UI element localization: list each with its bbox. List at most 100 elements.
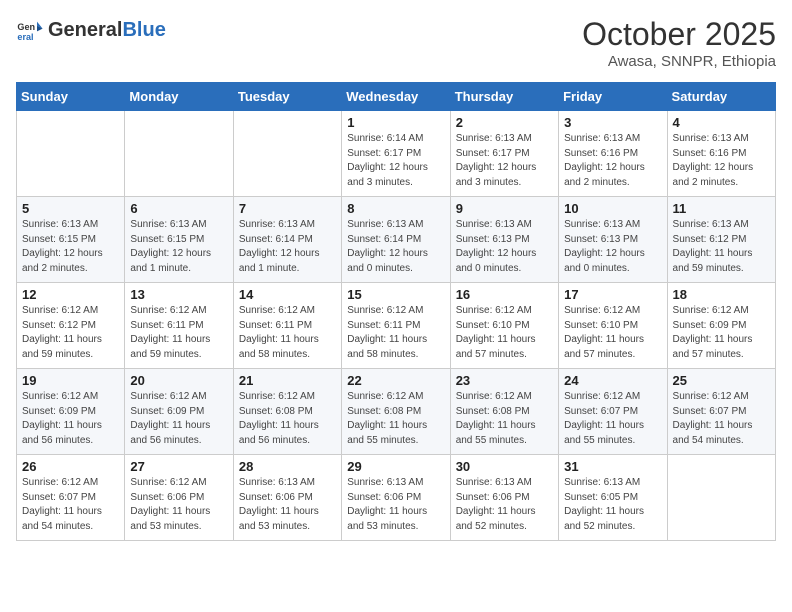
calendar-cell: 26 Sunrise: 6:12 AM Sunset: 6:07 PM Dayli… [17, 455, 125, 541]
calendar-cell: 19Sunrise: 6:12 AM Sunset: 6:09 PM Dayli… [17, 369, 125, 455]
calendar-cell: 2 Sunrise: 6:13 AM Sunset: 6:17 PM Daylig… [450, 111, 558, 197]
calendar-cell: 7 Sunrise: 6:13 AM Sunset: 6:14 PM Daylig… [233, 197, 341, 283]
calendar-cell: 30Sunrise: 6:13 AM Sunset: 6:06 PM Dayli… [450, 455, 558, 541]
day-number: 8 [347, 201, 444, 216]
calendar-cell: 5 Sunrise: 6:13 AM Sunset: 6:15 PM Daylig… [17, 197, 125, 283]
day-info: Sunrise: 6:12 AM Sunset: 6:07 PM Dayligh… [22, 476, 119, 534]
day-number: 10 [564, 201, 661, 216]
calendar-week-4: 19Sunrise: 6:12 AM Sunset: 6:09 PM Dayli… [17, 369, 776, 455]
day-info: Sunrise: 6:12 AM Sunset: 6:09 PM Dayligh… [673, 304, 770, 362]
day-info: Sunrise: 6:12 AM Sunset: 6:09 PM Dayligh… [130, 390, 227, 448]
calendar-cell: 29 Sunrise: 6:13 AM Sunset: 6:06 PM Dayli… [342, 455, 450, 541]
calendar-cell: 20 Sunrise: 6:12 AM Sunset: 6:09 PM Dayli… [125, 369, 233, 455]
calendar-cell: 9Sunrise: 6:13 AM Sunset: 6:13 PM Daylig… [450, 197, 558, 283]
day-info: Sunrise: 6:12 AM Sunset: 6:10 PM Dayligh… [564, 304, 661, 362]
logo-blue-text: Blue [122, 19, 165, 42]
calendar-body: 1Sunrise: 6:14 AM Sunset: 6:17 PM Daylig… [17, 111, 776, 541]
day-number: 5 [22, 201, 119, 216]
weekday-header-saturday: Saturday [667, 83, 775, 111]
calendar-cell: 15 Sunrise: 6:12 AM Sunset: 6:11 PM Dayli… [342, 283, 450, 369]
calendar-cell: 22 Sunrise: 6:12 AM Sunset: 6:08 PM Dayli… [342, 369, 450, 455]
day-info: Sunrise: 6:12 AM Sunset: 6:06 PM Dayligh… [130, 476, 227, 534]
calendar-cell: 25Sunrise: 6:12 AM Sunset: 6:07 PM Dayli… [667, 369, 775, 455]
calendar-week-5: 26 Sunrise: 6:12 AM Sunset: 6:07 PM Dayli… [17, 455, 776, 541]
day-number: 7 [239, 201, 336, 216]
day-number: 20 [130, 373, 227, 388]
day-number: 28 [239, 459, 336, 474]
location-subtitle: Awasa, SNNPR, Ethiopia [582, 53, 776, 70]
day-number: 6 [130, 201, 227, 216]
day-info: Sunrise: 6:13 AM Sunset: 6:15 PM Dayligh… [22, 218, 119, 276]
day-number: 17 [564, 287, 661, 302]
day-number: 16 [456, 287, 553, 302]
day-number: 2 [456, 115, 553, 130]
calendar-table: SundayMondayTuesdayWednesdayThursdayFrid… [16, 82, 776, 541]
day-info: Sunrise: 6:12 AM Sunset: 6:08 PM Dayligh… [347, 390, 444, 448]
weekday-header-friday: Friday [559, 83, 667, 111]
day-info: Sunrise: 6:13 AM Sunset: 6:13 PM Dayligh… [564, 218, 661, 276]
calendar-cell [17, 111, 125, 197]
day-number: 29 [347, 459, 444, 474]
day-number: 24 [564, 373, 661, 388]
weekday-header-monday: Monday [125, 83, 233, 111]
calendar-cell [125, 111, 233, 197]
calendar-cell [233, 111, 341, 197]
calendar-cell: 6Sunrise: 6:13 AM Sunset: 6:15 PM Daylig… [125, 197, 233, 283]
day-number: 25 [673, 373, 770, 388]
day-number: 3 [564, 115, 661, 130]
weekday-header-tuesday: Tuesday [233, 83, 341, 111]
day-info: Sunrise: 6:13 AM Sunset: 6:12 PM Dayligh… [673, 218, 770, 276]
day-info: Sunrise: 6:14 AM Sunset: 6:17 PM Dayligh… [347, 132, 444, 190]
day-info: Sunrise: 6:13 AM Sunset: 6:14 PM Dayligh… [347, 218, 444, 276]
calendar-week-3: 12Sunrise: 6:12 AM Sunset: 6:12 PM Dayli… [17, 283, 776, 369]
day-number: 4 [673, 115, 770, 130]
calendar-cell: 3Sunrise: 6:13 AM Sunset: 6:16 PM Daylig… [559, 111, 667, 197]
day-info: Sunrise: 6:12 AM Sunset: 6:11 PM Dayligh… [239, 304, 336, 362]
calendar-cell: 8 Sunrise: 6:13 AM Sunset: 6:14 PM Daylig… [342, 197, 450, 283]
calendar-header-row: SundayMondayTuesdayWednesdayThursdayFrid… [17, 83, 776, 111]
day-info: Sunrise: 6:13 AM Sunset: 6:17 PM Dayligh… [456, 132, 553, 190]
calendar-cell: 4 Sunrise: 6:13 AM Sunset: 6:16 PM Daylig… [667, 111, 775, 197]
month-title: October 2025 [582, 16, 776, 53]
weekday-header-thursday: Thursday [450, 83, 558, 111]
day-info: Sunrise: 6:12 AM Sunset: 6:07 PM Dayligh… [564, 390, 661, 448]
page-header: Gen eral GeneralBlue October 2025 Awasa,… [16, 16, 776, 70]
day-number: 30 [456, 459, 553, 474]
calendar-cell: 11Sunrise: 6:13 AM Sunset: 6:12 PM Dayli… [667, 197, 775, 283]
logo-general-text: General [48, 19, 122, 42]
day-number: 31 [564, 459, 661, 474]
day-info: Sunrise: 6:12 AM Sunset: 6:11 PM Dayligh… [130, 304, 227, 362]
calendar-cell: 31 Sunrise: 6:13 AM Sunset: 6:05 PM Dayli… [559, 455, 667, 541]
day-info: Sunrise: 6:12 AM Sunset: 6:09 PM Dayligh… [22, 390, 119, 448]
day-info: Sunrise: 6:12 AM Sunset: 6:12 PM Dayligh… [22, 304, 119, 362]
day-info: Sunrise: 6:13 AM Sunset: 6:06 PM Dayligh… [347, 476, 444, 534]
calendar-cell: 28Sunrise: 6:13 AM Sunset: 6:06 PM Dayli… [233, 455, 341, 541]
calendar-cell: 13 Sunrise: 6:12 AM Sunset: 6:11 PM Dayli… [125, 283, 233, 369]
day-info: Sunrise: 6:13 AM Sunset: 6:13 PM Dayligh… [456, 218, 553, 276]
day-info: Sunrise: 6:13 AM Sunset: 6:05 PM Dayligh… [564, 476, 661, 534]
calendar-cell [667, 455, 775, 541]
calendar-cell: 24 Sunrise: 6:12 AM Sunset: 6:07 PM Dayli… [559, 369, 667, 455]
calendar-week-2: 5 Sunrise: 6:13 AM Sunset: 6:15 PM Daylig… [17, 197, 776, 283]
day-number: 23 [456, 373, 553, 388]
day-info: Sunrise: 6:12 AM Sunset: 6:11 PM Dayligh… [347, 304, 444, 362]
day-number: 22 [347, 373, 444, 388]
calendar-cell: 12Sunrise: 6:12 AM Sunset: 6:12 PM Dayli… [17, 283, 125, 369]
day-info: Sunrise: 6:12 AM Sunset: 6:08 PM Dayligh… [239, 390, 336, 448]
calendar-cell: 23 Sunrise: 6:12 AM Sunset: 6:08 PM Dayli… [450, 369, 558, 455]
day-number: 14 [239, 287, 336, 302]
calendar-cell: 18Sunrise: 6:12 AM Sunset: 6:09 PM Dayli… [667, 283, 775, 369]
day-info: Sunrise: 6:13 AM Sunset: 6:16 PM Dayligh… [673, 132, 770, 190]
calendar-cell: 27Sunrise: 6:12 AM Sunset: 6:06 PM Dayli… [125, 455, 233, 541]
calendar-cell: 17 Sunrise: 6:12 AM Sunset: 6:10 PM Dayli… [559, 283, 667, 369]
day-number: 13 [130, 287, 227, 302]
day-info: Sunrise: 6:12 AM Sunset: 6:08 PM Dayligh… [456, 390, 553, 448]
day-info: Sunrise: 6:12 AM Sunset: 6:10 PM Dayligh… [456, 304, 553, 362]
day-number: 15 [347, 287, 444, 302]
day-number: 26 [22, 459, 119, 474]
calendar-week-1: 1Sunrise: 6:14 AM Sunset: 6:17 PM Daylig… [17, 111, 776, 197]
weekday-header-wednesday: Wednesday [342, 83, 450, 111]
calendar-cell: 14 Sunrise: 6:12 AM Sunset: 6:11 PM Dayli… [233, 283, 341, 369]
day-info: Sunrise: 6:13 AM Sunset: 6:14 PM Dayligh… [239, 218, 336, 276]
calendar-cell: 16 Sunrise: 6:12 AM Sunset: 6:10 PM Dayli… [450, 283, 558, 369]
